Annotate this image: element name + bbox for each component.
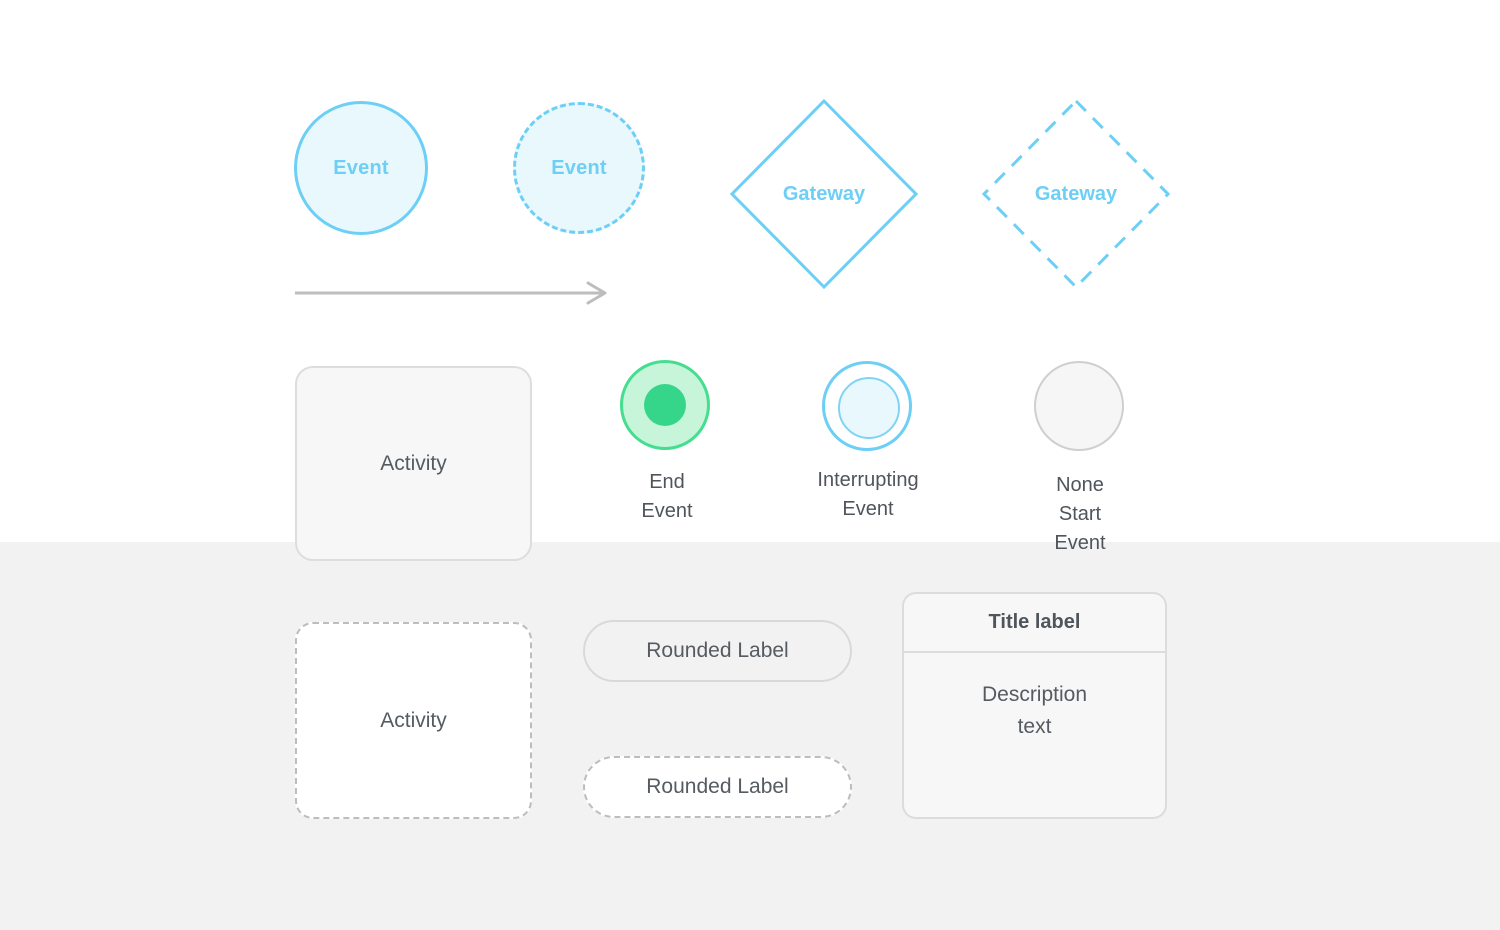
shape-sequence-flow-arrow[interactable] bbox=[293, 280, 615, 306]
activity-solid-label: Activity bbox=[380, 451, 447, 475]
none-start-event-caption: None Start Event bbox=[1054, 474, 1106, 554]
gateway-dashed-label: Gateway bbox=[1034, 182, 1118, 205]
shape-rounded-label-solid[interactable]: Rounded Label bbox=[583, 620, 852, 682]
shape-event-circle-solid[interactable]: Event bbox=[294, 101, 428, 235]
event-circle-solid-label: Event bbox=[333, 156, 389, 179]
interrupting-event-inner-circle bbox=[838, 377, 900, 439]
rounded-label-solid-text: Rounded Label bbox=[646, 639, 789, 662]
shape-none-start-event[interactable]: None Start Event bbox=[1034, 361, 1126, 554]
activity-dashed-label: Activity bbox=[380, 708, 447, 732]
shape-end-event[interactable]: End Event bbox=[620, 360, 714, 530]
shape-gateway-dashed[interactable]: Gateway bbox=[980, 97, 1172, 291]
rounded-label-dashed-text: Rounded Label bbox=[646, 775, 789, 798]
arrow-right-icon bbox=[295, 281, 607, 305]
shape-event-circle-dashed[interactable]: Event bbox=[513, 102, 645, 234]
shape-gateway-solid[interactable]: Gateway bbox=[728, 97, 920, 291]
card-title-label: Title label bbox=[904, 594, 1165, 653]
end-event-caption: End Event bbox=[641, 471, 693, 522]
none-start-event-ring bbox=[1034, 361, 1124, 451]
gateway-solid-label: Gateway bbox=[782, 182, 866, 205]
background-band-lower bbox=[0, 542, 1500, 930]
event-circle-dashed-label: Event bbox=[551, 156, 607, 179]
card-description-text: Description text bbox=[981, 683, 1088, 738]
end-event-inner-dot bbox=[644, 384, 686, 426]
shape-interrupting-event[interactable]: Interrupting Event bbox=[817, 361, 919, 531]
shape-activity-dashed[interactable]: Activity bbox=[295, 622, 532, 819]
shape-title-description-card[interactable]: Title label Description text bbox=[902, 592, 1167, 819]
shape-activity-solid[interactable]: Activity bbox=[295, 366, 532, 561]
shape-rounded-label-dashed[interactable]: Rounded Label bbox=[583, 756, 852, 818]
interrupting-event-caption: Interrupting Event bbox=[817, 469, 919, 520]
diagram-canvas: Event Event Gateway Gateway Activity End… bbox=[0, 0, 1500, 930]
